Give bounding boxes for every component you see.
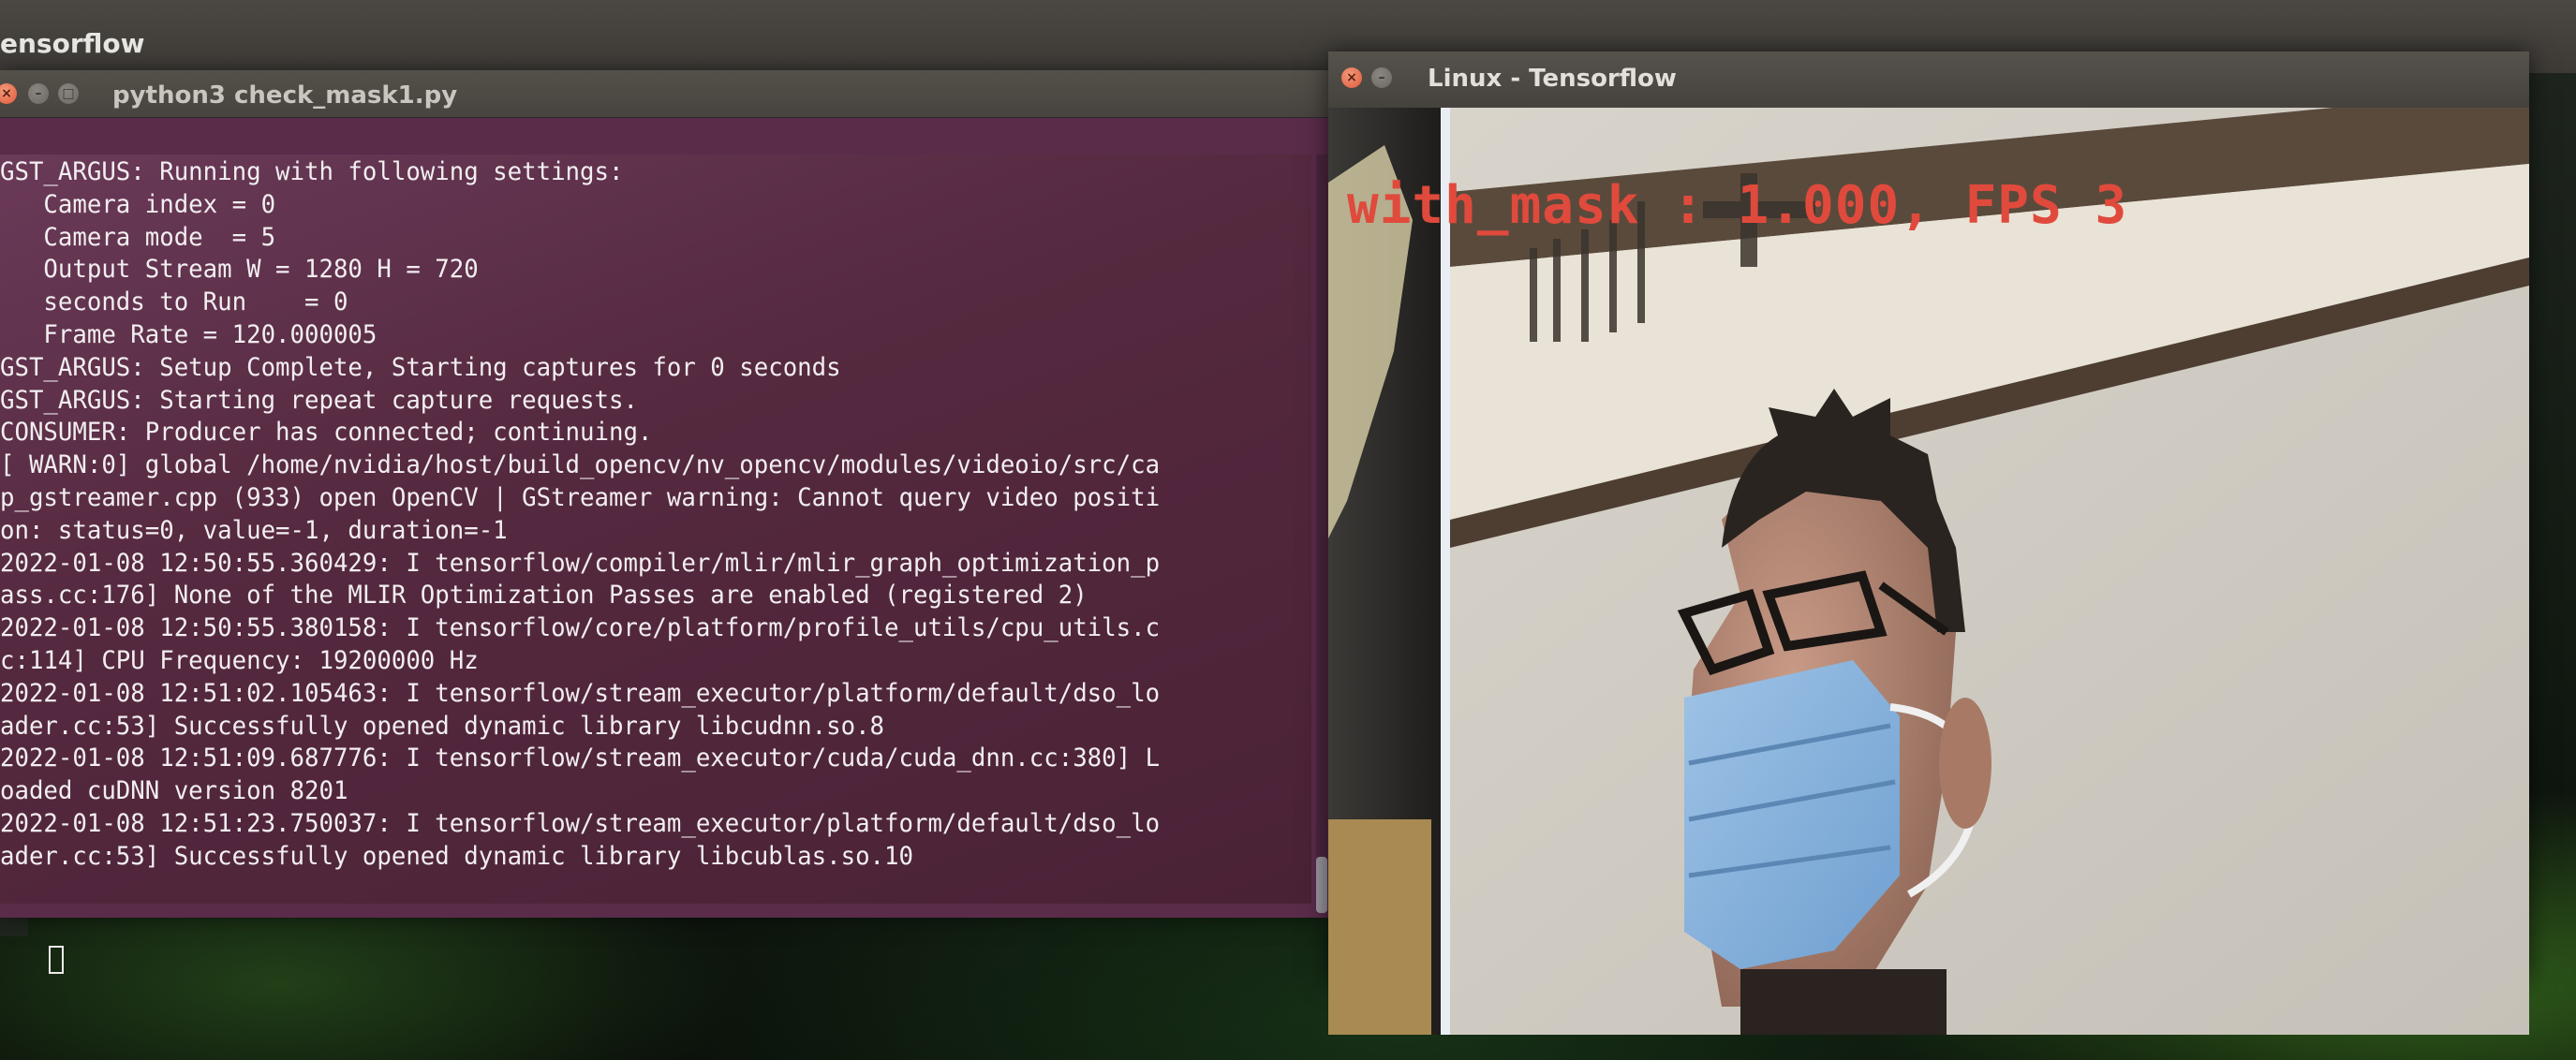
active-app-title: ensorflow bbox=[0, 28, 145, 59]
terminal-line: ader.cc:53] Successfully opened dynamic … bbox=[0, 841, 913, 871]
terminal-cursor bbox=[49, 946, 64, 974]
door-frame bbox=[1441, 108, 1450, 1035]
detection-label: with_mask : 1.000, FPS 3 bbox=[1347, 175, 2128, 236]
cabinet bbox=[1328, 819, 1431, 1035]
terminal-line: Frame Rate = 120.000005 bbox=[0, 319, 378, 349]
terminal-line: 2022-01-08 12:50:55.380158: I tensorflow… bbox=[0, 613, 1161, 643]
maximize-icon[interactable]: □ bbox=[58, 83, 79, 104]
terminal-line: on: status=0, value=-1, duration=-1 bbox=[0, 515, 508, 545]
camera-feed: with_mask : 1.000, FPS 3 bbox=[1328, 108, 2529, 1035]
terminal-line: oaded cuDNN version 8201 bbox=[0, 776, 348, 806]
terminal-line: 2022-01-08 12:51:02.105463: I tensorflow… bbox=[0, 678, 1161, 708]
terminal-line: 2022-01-08 12:51:09.687776: I tensorflow… bbox=[0, 743, 1161, 773]
terminal-line: c:114] CPU Frequency: 19200000 Hz bbox=[0, 645, 479, 675]
terminal-title: python3 check_mask1.py bbox=[112, 81, 458, 110]
minimize-icon[interactable]: – bbox=[28, 83, 49, 104]
close-icon[interactable]: × bbox=[1341, 67, 1362, 88]
minimize-icon[interactable]: – bbox=[1371, 67, 1392, 88]
close-icon[interactable]: × bbox=[0, 83, 17, 104]
desktop-screen: ensorflow × – □ python3 check_mask1.py G… bbox=[0, 0, 2576, 1060]
terminal-line: Camera mode = 5 bbox=[0, 222, 276, 252]
camera-image bbox=[1328, 108, 2529, 1035]
terminal-scrollbar[interactable] bbox=[1316, 155, 1327, 913]
terminal-line: GST_ARGUS: Starting repeat capture reque… bbox=[0, 385, 638, 415]
video-titlebar[interactable]: × – Linux - Tensorflow bbox=[1328, 52, 2529, 104]
terminal-line: p_gstreamer.cpp (933) open OpenCV | GStr… bbox=[0, 482, 1161, 512]
scrollbar-thumb[interactable] bbox=[1316, 857, 1327, 913]
terminal-line: ader.cc:53] Successfully opened dynamic … bbox=[0, 711, 885, 741]
terminal-line: seconds to Run = 0 bbox=[0, 287, 348, 317]
terminal-line: ass.cc:176] None of the MLIR Optimizatio… bbox=[0, 581, 1088, 611]
terminal-window[interactable]: × – □ python3 check_mask1.py GST_ARGUS: … bbox=[0, 70, 1330, 974]
terminal-line: CONSUMER: Producer has connected; contin… bbox=[0, 418, 653, 448]
video-window[interactable]: × – Linux - Tensorflow with_mask: 1.000… bbox=[1328, 52, 2529, 1035]
video-window-title: Linux - Tensorflow bbox=[1428, 65, 1677, 93]
terminal-line: 2022-01-08 12:51:23.750037: I tensorflow… bbox=[0, 808, 1161, 838]
terminal-titlebar[interactable]: × – □ python3 check_mask1.py bbox=[0, 70, 1330, 118]
terminal-line: [ WARN:0] global /home/nvidia/host/build… bbox=[0, 450, 1161, 480]
terminal-line: GST_ARGUS: Setup Complete, Starting capt… bbox=[0, 352, 841, 382]
terminal-line: GST_ARGUS: Running with following settin… bbox=[0, 157, 624, 186]
terminal-line: 2022-01-08 12:50:55.360429: I tensorflow… bbox=[0, 548, 1161, 578]
terminal-line: Output Stream W = 1280 H = 720 bbox=[0, 255, 479, 285]
terminal-output: GST_ARGUS: Running with following settin… bbox=[0, 156, 1195, 874]
terminal-line: Camera index = 0 bbox=[0, 189, 276, 219]
